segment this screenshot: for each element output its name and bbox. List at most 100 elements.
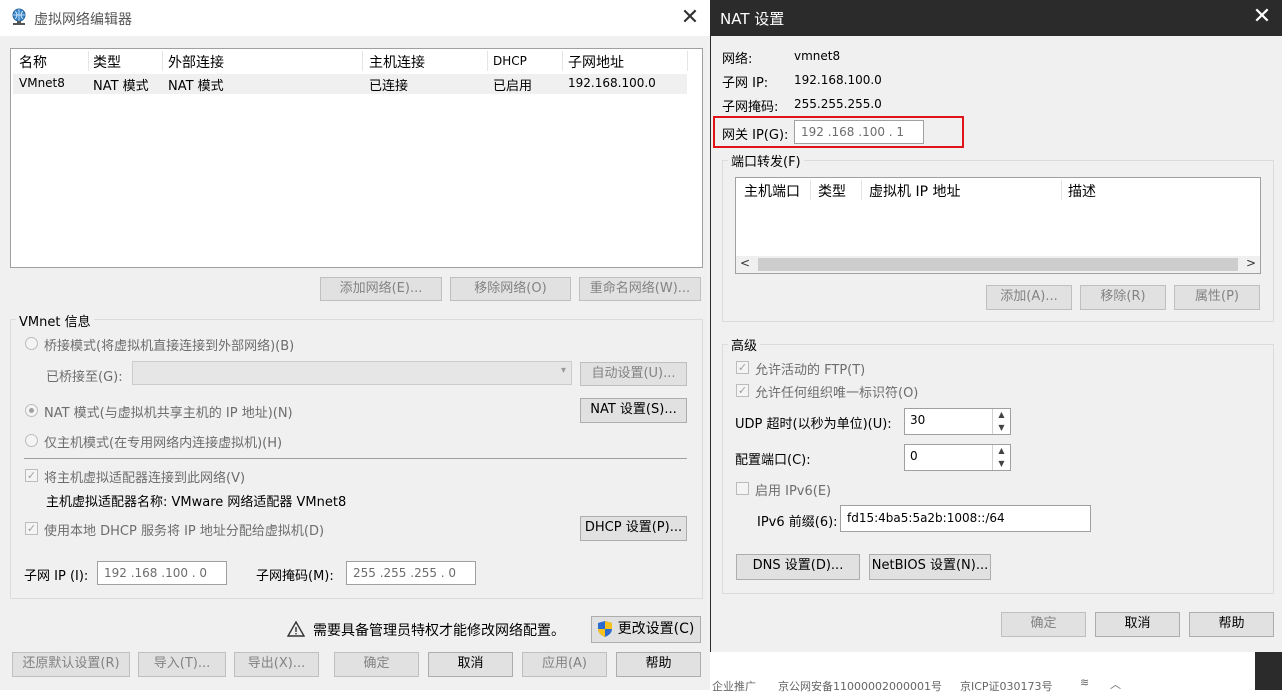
nat-ok-button[interactable]: 确定 [1001, 612, 1086, 637]
udp-timeout-stepper[interactable]: 30 ▲ ▼ [904, 408, 1011, 435]
apply-button[interactable]: 应用(A) [522, 652, 607, 677]
col-header-name[interactable]: 名称 [19, 52, 47, 72]
config-port-stepper[interactable]: 0 ▲ ▼ [904, 444, 1011, 471]
background-text-3[interactable]: 京ICP证030173号 [960, 678, 1053, 694]
chevron-up-icon[interactable]: ▲ [993, 445, 1010, 458]
chevron-up-icon[interactable]: ▲ [993, 409, 1010, 422]
pf-col-vm-ip[interactable]: 虚拟机 IP 地址 [869, 181, 960, 201]
host-only-radio[interactable] [25, 434, 38, 447]
nat-help-button[interactable]: 帮助 [1189, 612, 1274, 637]
change-settings-button[interactable]: 更改设置(C) [591, 616, 701, 643]
udp-timeout-label: UDP 超时(以秒为单位)(U): [735, 417, 892, 432]
scroll-right-icon[interactable]: > [1246, 256, 1256, 270]
allow-ftp-checkbox[interactable]: ✓ [736, 361, 749, 374]
background-text-1[interactable]: 企业推广 [712, 678, 756, 694]
auto-setup-button[interactable]: 自动设置(U)... [580, 362, 687, 386]
port-forwarding-list[interactable]: 主机端口 类型 虚拟机 IP 地址 描述 < > [735, 177, 1261, 274]
udp-timeout-value: 30 [910, 413, 926, 427]
left-ok-button[interactable]: 确定 [334, 652, 419, 677]
import-button[interactable]: 导入(T)... [138, 652, 226, 677]
background-text-2[interactable]: 京公网安备11000002000001号 [778, 678, 942, 694]
network-label: 网络: [722, 52, 753, 67]
subnet-mask-label: 子网掩码(M): [256, 569, 334, 584]
netbios-settings-button[interactable]: NetBIOS 设置(N)... [869, 554, 991, 580]
col-header-dhcp[interactable]: DHCP [493, 54, 527, 68]
add-network-button[interactable]: 添加网络(E)... [320, 277, 442, 301]
chevron-down-icon[interactable]: ▼ [993, 422, 1010, 435]
nat-titlebar: NAT 设置 ✕ [710, 0, 1282, 36]
chevron-down-icon[interactable]: ▼ [993, 458, 1010, 471]
left-close-icon[interactable]: ✕ [676, 4, 704, 32]
pf-properties-button[interactable]: 属性(P) [1174, 285, 1260, 310]
row-host: 已连接 [369, 79, 409, 94]
bridged-to-select[interactable]: ▾ [132, 361, 572, 385]
bridged-radio[interactable] [25, 337, 38, 350]
row-dhcp: 已启用 [493, 79, 533, 94]
row-name: VMnet8 [19, 76, 65, 90]
left-help-button[interactable]: 帮助 [616, 652, 701, 677]
network-list-header: 名称 类型 外部连接 主机连接 DHCP 子网地址 [11, 49, 702, 73]
nat-close-icon[interactable]: ✕ [1248, 3, 1276, 31]
ipv6-prefix-field[interactable]: fd15:4ba5:5a2b:1008::/64 [840, 505, 1091, 532]
chevron-down-icon: ▾ [560, 365, 566, 376]
nat-settings-button[interactable]: NAT 设置(S)... [580, 398, 687, 423]
rename-network-button[interactable]: 重命名网络(W)... [579, 277, 701, 301]
port-forwarding-label: 端口转发(F) [728, 151, 804, 170]
pf-col-description[interactable]: 描述 [1068, 181, 1096, 201]
nat-radio[interactable] [25, 404, 38, 417]
network-list[interactable]: 名称 类型 外部连接 主机连接 DHCP 子网地址 VMnet8 NAT 模式 … [10, 48, 703, 268]
row-type: NAT 模式 [93, 79, 149, 94]
allow-uid-label: 允许任何组织唯一标识符(O) [755, 386, 919, 401]
network-value: vmnet8 [794, 49, 841, 63]
background-page-strip: 企业推广 京公网安备11000002000001号 京ICP证030173号 ≋… [710, 652, 1282, 693]
gateway-label: 网关 IP(G): [722, 128, 789, 143]
config-port-arrows[interactable]: ▲ ▼ [992, 445, 1010, 470]
bridged-label: 桥接模式(将虚拟机直接连接到外部网络)(B) [44, 339, 295, 354]
pf-col-type[interactable]: 类型 [818, 181, 846, 201]
enable-ipv6-checkbox[interactable] [736, 482, 749, 495]
config-port-label: 配置端口(C): [735, 453, 811, 468]
row-subnet: 192.168.100.0 [568, 76, 656, 90]
nat-subnet-ip-label: 子网 IP: [722, 76, 769, 91]
allow-uid-checkbox[interactable]: ✓ [736, 384, 749, 397]
nat-subnet-mask-label: 子网掩码: [722, 100, 779, 115]
admin-notice: 需要具备管理员特权才能修改网络配置。 [313, 623, 565, 639]
udp-timeout-arrows[interactable]: ▲ ▼ [992, 409, 1010, 434]
enable-ipv6-label: 启用 IPv6(E) [755, 484, 832, 499]
dhcp-settings-button[interactable]: DHCP 设置(P)... [580, 516, 687, 541]
advanced-label: 高级 [728, 335, 761, 354]
network-globe-icon [10, 8, 28, 26]
dhcp-checkbox[interactable]: ✓ [25, 522, 38, 535]
vmnet-info-label: VMnet 信息 [16, 311, 94, 330]
connect-adapter-checkbox[interactable]: ✓ [25, 469, 38, 482]
gateway-ip-field[interactable]: 192 .168 .100 . 1 [794, 120, 924, 144]
change-settings-label: 更改设置(C) [617, 621, 695, 637]
nat-window-title: NAT 设置 [720, 10, 785, 28]
uac-shield-icon [597, 620, 613, 638]
left-cancel-button[interactable]: 取消 [428, 652, 513, 677]
pf-remove-button[interactable]: 移除(R) [1080, 285, 1166, 310]
pf-add-button[interactable]: 添加(A)... [986, 285, 1072, 310]
col-header-host[interactable]: 主机连接 [369, 52, 425, 72]
background-dark-edge [1255, 652, 1282, 690]
pf-col-host-port[interactable]: 主机端口 [744, 181, 800, 201]
scrollbar-thumb[interactable] [758, 258, 1238, 271]
separator [24, 458, 687, 459]
export-button[interactable]: 导出(X)... [234, 652, 319, 677]
dhcp-label: 使用本地 DHCP 服务将 IP 地址分配给虚拟机(D) [44, 524, 325, 539]
restore-defaults-button[interactable]: 还原默认设置(R) [12, 652, 130, 677]
remove-network-button[interactable]: 移除网络(O) [450, 277, 571, 301]
subnet-mask-field[interactable]: 255 .255 .255 . 0 [346, 561, 476, 585]
nat-cancel-button[interactable]: 取消 [1095, 612, 1180, 637]
horizontal-scrollbar[interactable]: < > [736, 256, 1260, 273]
col-header-type[interactable]: 类型 [93, 52, 121, 72]
col-header-subnet[interactable]: 子网地址 [568, 52, 624, 72]
dns-settings-button[interactable]: DNS 设置(D)... [736, 554, 860, 580]
connect-adapter-label: 将主机虚拟适配器连接到此网络(V) [44, 471, 246, 486]
wifi-icon: ≋ [1080, 676, 1090, 689]
table-row[interactable]: VMnet8 NAT 模式 NAT 模式 已连接 已启用 192.168.100… [13, 74, 687, 94]
subnet-ip-field[interactable]: 192 .168 .100 . 0 [97, 561, 227, 585]
scroll-left-icon[interactable]: < [740, 256, 750, 270]
row-external: NAT 模式 [168, 79, 224, 94]
col-header-external[interactable]: 外部连接 [168, 52, 224, 72]
